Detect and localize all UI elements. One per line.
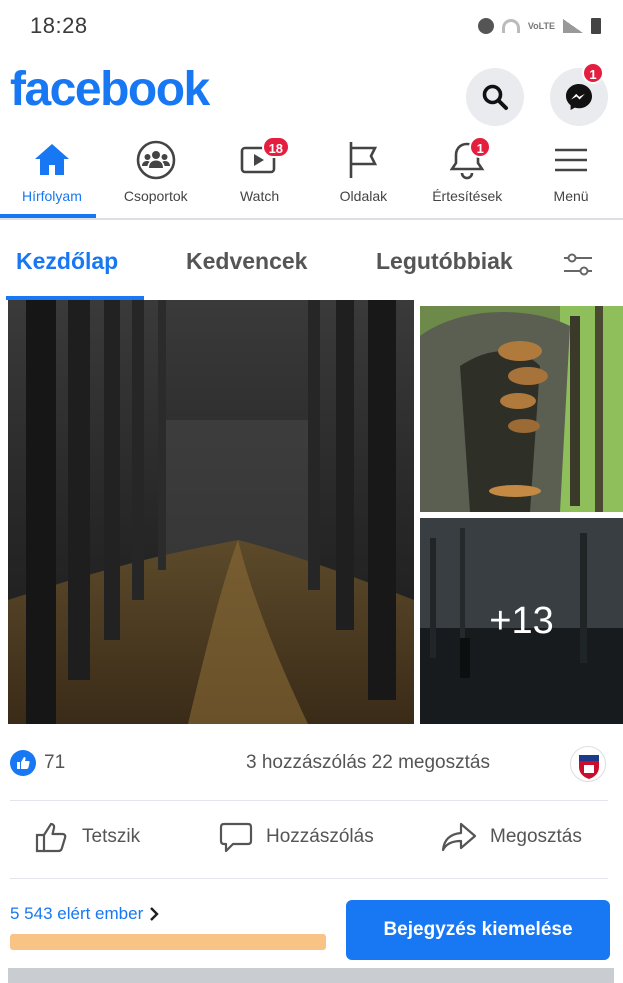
messenger-button[interactable]: 1 bbox=[550, 62, 608, 126]
share-button[interactable]: Megosztás bbox=[440, 820, 582, 854]
page-avatar[interactable] bbox=[570, 746, 606, 782]
post-photo-grid: +13 bbox=[0, 300, 623, 724]
like-reaction-icon bbox=[10, 750, 36, 776]
groups-icon bbox=[136, 140, 176, 180]
nav-item-pages[interactable]: Oldalak bbox=[311, 136, 415, 218]
status-time: 18:28 bbox=[30, 13, 88, 38]
comment-button[interactable]: Hozzászólás bbox=[218, 820, 374, 854]
nav-item-groups[interactable]: Csoportok bbox=[104, 136, 208, 218]
main-nav: Hírfolyam Csoportok 18 Watch Oldalak 1 É… bbox=[0, 136, 623, 220]
boost-area: 5 543 elért ember Bejegyzés kiemelése bbox=[0, 890, 623, 970]
share-button-label: Megosztás bbox=[490, 826, 582, 847]
watch-badge: 18 bbox=[261, 136, 291, 158]
app-header: facebook 1 bbox=[0, 56, 623, 132]
post-photo-more[interactable]: +13 bbox=[420, 518, 623, 724]
battery-icon bbox=[591, 18, 601, 34]
boost-post-button[interactable]: Bejegyzés kiemelése bbox=[346, 900, 610, 960]
share-icon bbox=[441, 822, 477, 852]
status-icons: VoLTE bbox=[477, 18, 601, 34]
nav-item-newsfeed[interactable]: Hírfolyam bbox=[0, 136, 104, 218]
like-count[interactable]: 71 bbox=[44, 752, 65, 774]
nav-label-watch: Watch bbox=[239, 188, 280, 204]
forest-path-image bbox=[8, 300, 414, 724]
chevron-right-icon bbox=[150, 907, 159, 921]
home-icon bbox=[34, 144, 69, 175]
post-photo-main[interactable] bbox=[8, 300, 414, 724]
tab-recent[interactable]: Legutóbbiak bbox=[376, 248, 513, 275]
nav-label-groups: Csoportok bbox=[123, 188, 188, 204]
like-button[interactable]: Tetszik bbox=[34, 820, 140, 854]
divider bbox=[10, 800, 608, 801]
tab-favorites[interactable]: Kedvencek bbox=[186, 248, 307, 275]
thumbs-up-icon bbox=[35, 822, 67, 853]
reach-progress-bar bbox=[10, 934, 326, 950]
next-post-edge bbox=[8, 968, 614, 983]
post-actions: Tetszik Hozzászólás Megosztás bbox=[0, 808, 623, 872]
nav-label-newsfeed: Hírfolyam bbox=[21, 188, 82, 204]
nav-label-menu: Menü bbox=[553, 188, 589, 204]
post-photo-mushroom[interactable] bbox=[420, 306, 623, 512]
messenger-badge: 1 bbox=[582, 62, 604, 84]
feed-tabs: Kezdőlap Kedvencek Legutóbbiak bbox=[0, 228, 623, 300]
search-icon bbox=[482, 84, 508, 110]
comment-icon bbox=[219, 822, 253, 853]
nav-label-notifications: Értesítések bbox=[432, 188, 503, 204]
flag-icon bbox=[350, 142, 378, 178]
more-photos-count: +13 bbox=[420, 518, 623, 724]
nav-item-notifications[interactable]: 1 Értesítések bbox=[415, 136, 519, 218]
search-button[interactable] bbox=[466, 68, 524, 126]
messenger-icon bbox=[566, 84, 592, 110]
comments-shares-count[interactable]: 3 hozzászólás 22 megosztás bbox=[246, 752, 490, 774]
alarm-icon bbox=[477, 18, 494, 34]
filter-icon[interactable] bbox=[560, 250, 596, 280]
like-button-label: Tetszik bbox=[82, 826, 141, 847]
menu-icon bbox=[555, 148, 588, 172]
notifications-badge: 1 bbox=[469, 136, 492, 158]
tab-home[interactable]: Kezdőlap bbox=[16, 248, 118, 275]
mushroom-stump-image bbox=[420, 306, 623, 512]
nav-item-watch[interactable]: 18 Watch bbox=[208, 136, 312, 218]
status-bar: 18:28 VoLTE bbox=[0, 0, 623, 52]
reach-link[interactable]: 5 543 elért ember bbox=[10, 904, 159, 924]
nav-label-pages: Oldalak bbox=[339, 188, 388, 204]
wifi-icon bbox=[501, 19, 520, 33]
comment-button-label: Hozzászólás bbox=[266, 826, 374, 847]
reactions-summary: 71 3 hozzászólás 22 megosztás bbox=[0, 740, 623, 786]
facebook-logo[interactable]: facebook bbox=[10, 62, 210, 117]
divider bbox=[10, 878, 608, 879]
nav-item-menu[interactable]: Menü bbox=[519, 136, 623, 218]
volte-label: VoLTE bbox=[527, 20, 555, 31]
reach-progress-fill bbox=[10, 934, 326, 950]
signal-icon bbox=[563, 19, 583, 33]
reach-text: 5 543 elért ember bbox=[10, 904, 144, 923]
